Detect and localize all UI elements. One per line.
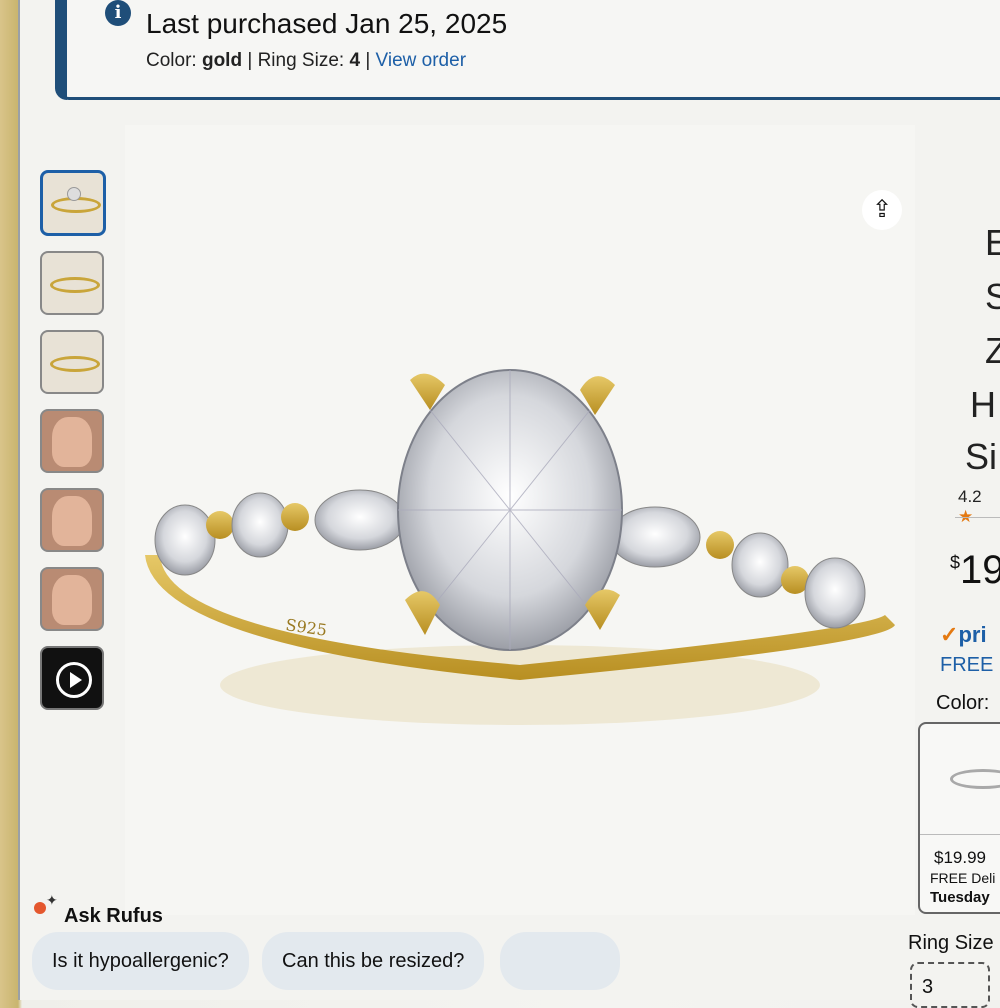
- thumbnail-ring-box[interactable]: [40, 251, 104, 315]
- rufus-question-chip[interactable]: [500, 932, 620, 990]
- purchase-details: Color: gold | Ring Size: 4 | View order: [146, 50, 466, 72]
- product-title-fragment: H: [970, 384, 996, 425]
- share-icon[interactable]: ⇪: [862, 190, 902, 230]
- rufus-logo-icon: [34, 902, 46, 914]
- gem-icon: [67, 187, 81, 201]
- card-delivery-day: Tuesday: [930, 889, 990, 906]
- main-product-image[interactable]: S925: [125, 125, 915, 915]
- separator: |: [365, 50, 371, 71]
- ring-size-option[interactable]: 3: [910, 962, 990, 1008]
- banner-accent-bar: [55, 0, 67, 100]
- ring-icon: [50, 277, 100, 293]
- separator: |: [247, 50, 253, 71]
- ring-icon: [950, 769, 1000, 789]
- side-stones-right: [609, 506, 866, 629]
- color-option-label: Color:: [936, 692, 990, 714]
- price-value: 19: [960, 548, 1000, 592]
- card-divider: [920, 834, 1000, 835]
- sparkle-icon: ✦: [46, 892, 58, 908]
- last-purchased-title: Last purchased Jan 25, 2025: [146, 8, 508, 39]
- color-label: Color:: [146, 50, 197, 71]
- play-icon: [56, 662, 92, 698]
- color-value: gold: [201, 50, 243, 71]
- thumbnail-model-hand[interactable]: [40, 567, 104, 631]
- ring-icon: [50, 356, 100, 372]
- info-icon: i: [105, 0, 131, 26]
- product-title-fragment: Z: [985, 330, 1000, 371]
- ring-illustration: S925: [145, 369, 895, 725]
- prime-badge: ✓pri: [940, 622, 987, 648]
- product-title-fragment: S: [985, 276, 1000, 317]
- thumbnail-ring[interactable]: [40, 170, 106, 236]
- price: $19: [950, 548, 1000, 593]
- thumbnail-hand[interactable]: [40, 409, 104, 473]
- prime-text: pri: [958, 622, 987, 647]
- thumbnail-video[interactable]: [40, 646, 104, 710]
- rating[interactable]: 4.2 ★: [958, 487, 1000, 527]
- thumbnail-ring-side[interactable]: [40, 330, 104, 394]
- model-hand-image: [52, 575, 92, 625]
- ring-size-value: 4: [349, 50, 361, 71]
- divider: [955, 517, 1000, 518]
- prime-check-icon: ✓: [940, 622, 959, 647]
- product-title-fragment: E: [985, 222, 1000, 263]
- hand-image: [52, 417, 92, 467]
- ring-size-selector-label: Ring Size: [908, 932, 994, 954]
- ring-size-label: Ring Size:: [257, 50, 345, 71]
- color-option-card[interactable]: $19.99 FREE Deli Tuesday: [918, 722, 1000, 914]
- card-delivery: FREE Deli: [930, 870, 996, 886]
- thumbnail-strip: [40, 170, 120, 725]
- ask-rufus-title: Ask Rufus: [64, 905, 163, 927]
- rufus-question-chip[interactable]: Can this be resized?: [262, 932, 485, 990]
- model-image: [52, 496, 92, 546]
- side-stones-left: [154, 489, 406, 576]
- thumbnail-model[interactable]: [40, 488, 104, 552]
- price-symbol: $: [950, 552, 961, 573]
- rufus-question-chip[interactable]: Is it hypoallergenic?: [32, 932, 249, 990]
- card-price: $19.99: [934, 848, 986, 867]
- view-order-link[interactable]: View order: [376, 50, 466, 71]
- product-title-fragment: Si: [965, 436, 998, 477]
- free-delivery[interactable]: FREE: [940, 654, 993, 677]
- rating-value: 4.2: [958, 487, 982, 506]
